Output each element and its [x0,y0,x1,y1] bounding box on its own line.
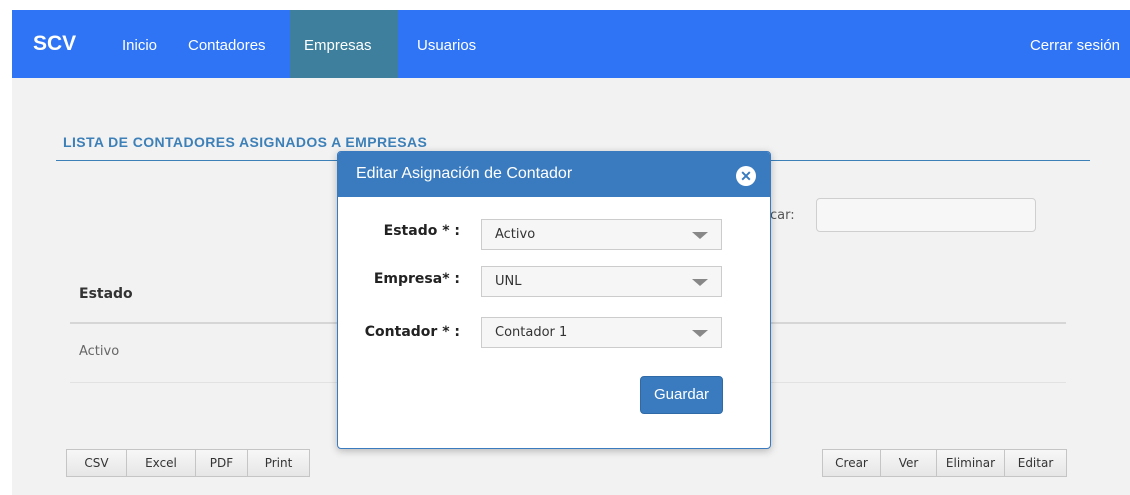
pdf-button[interactable]: PDF [195,449,248,477]
modal-header: Editar Asignación de Contador ✕ [338,152,770,197]
chevron-down-icon [692,330,708,337]
empresa-select[interactable]: UNL [481,266,722,297]
nav-usuarios[interactable]: Usuarios [403,10,490,78]
logout-link[interactable]: Cerrar sesión [1030,10,1120,82]
contador-label: Contador * : [364,324,460,340]
crear-button[interactable]: Crear [822,449,881,477]
guardar-button[interactable]: Guardar [640,376,723,414]
estado-label: Estado * : [383,223,460,239]
ver-button[interactable]: Ver [880,449,937,477]
excel-button[interactable]: Excel [126,449,196,477]
editar-button[interactable]: Editar [1004,449,1067,477]
print-button[interactable]: Print [247,449,310,477]
action-button-group: Crear Ver Eliminar Editar [822,449,1067,477]
modal-title: Editar Asignación de Contador [356,165,573,182]
chevron-down-icon [692,232,708,239]
estado-select[interactable]: Activo [481,219,722,250]
page-title: LISTA DE CONTADORES ASIGNADOS A EMPRESAS [63,134,428,150]
chevron-down-icon [692,279,708,286]
search-label: car: [770,208,795,223]
estado-select-value: Activo [495,227,536,242]
nav-empresas[interactable]: Empresas [290,10,398,78]
top-navbar: SCV Inicio Contadores Empresas Usuarios … [12,10,1130,78]
search-input[interactable] [816,198,1036,232]
brand-logo[interactable]: SCV [33,32,76,56]
column-header-estado[interactable]: Estado [79,286,133,302]
nav-contadores[interactable]: Contadores [174,10,280,78]
export-button-group: CSV Excel PDF Print [66,449,310,477]
close-icon[interactable]: ✕ [736,166,756,186]
empresa-label: Empresa* : [373,271,460,287]
empresa-select-value: UNL [495,274,522,289]
table-cell-estado: Activo [79,344,120,359]
edit-assignment-modal: Editar Asignación de Contador ✕ Estado *… [337,151,771,449]
nav-inicio[interactable]: Inicio [108,10,171,78]
contador-select-value: Contador 1 [495,325,568,340]
csv-button[interactable]: CSV [66,449,127,477]
eliminar-button[interactable]: Eliminar [936,449,1005,477]
contador-select[interactable]: Contador 1 [481,317,722,348]
